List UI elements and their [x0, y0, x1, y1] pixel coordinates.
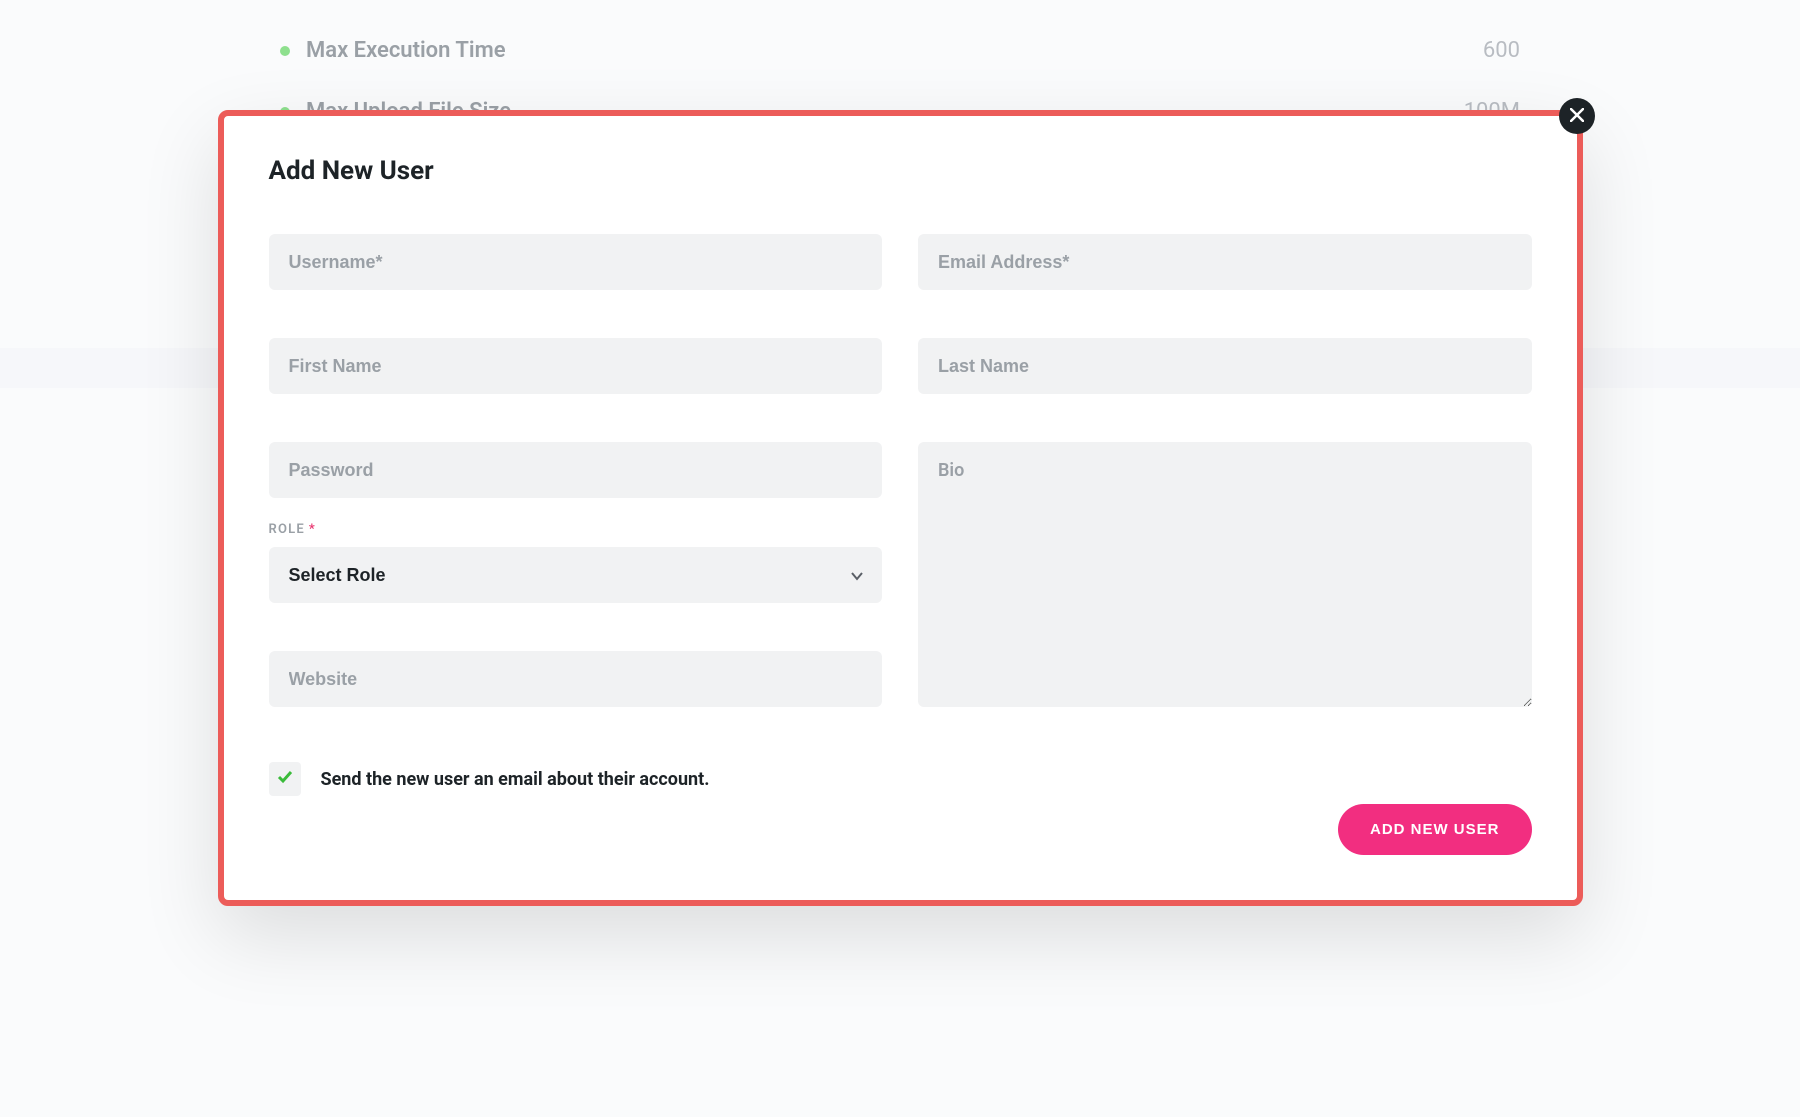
modal-backdrop: Add New User ROLE * Select Ro	[0, 0, 1800, 1117]
role-select[interactable]: Select Role	[269, 547, 883, 603]
username-input[interactable]	[269, 234, 883, 290]
required-asterisk: *	[309, 522, 315, 537]
close-button[interactable]	[1559, 98, 1595, 134]
role-field-group: ROLE * Select Role	[269, 522, 883, 603]
send-email-checkbox[interactable]	[269, 762, 301, 796]
bio-textarea[interactable]	[918, 442, 1532, 707]
add-new-user-button[interactable]: ADD NEW USER	[1338, 804, 1532, 855]
lastname-input[interactable]	[918, 338, 1532, 394]
close-icon	[1570, 107, 1584, 126]
website-input[interactable]	[269, 651, 883, 707]
email-input[interactable]	[918, 234, 1532, 290]
role-label: ROLE	[269, 522, 305, 537]
modal-footer: ADD NEW USER	[269, 804, 1532, 855]
send-email-checkbox-row: Send the new user an email about their a…	[269, 762, 1532, 796]
modal-title: Add New User	[269, 156, 1532, 186]
form-right-column	[918, 234, 1532, 707]
form-grid: ROLE * Select Role	[269, 234, 1532, 707]
add-user-modal: Add New User ROLE * Select Ro	[218, 110, 1583, 906]
check-icon	[277, 769, 293, 789]
form-left-column: ROLE * Select Role	[269, 234, 883, 707]
send-email-label: Send the new user an email about their a…	[321, 769, 710, 790]
password-input[interactable]	[269, 442, 883, 498]
firstname-input[interactable]	[269, 338, 883, 394]
